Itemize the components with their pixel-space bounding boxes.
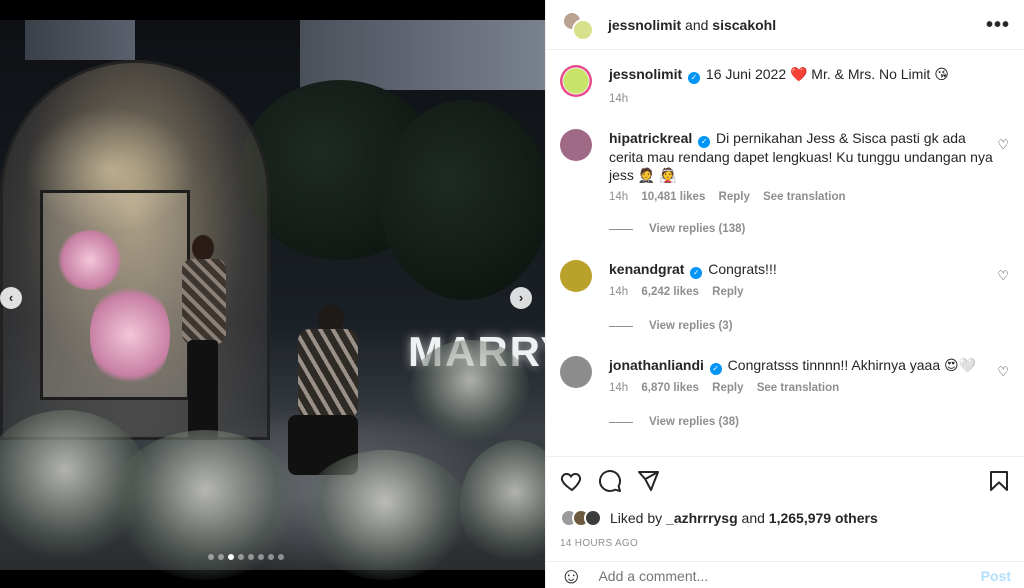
top-bar (0, 0, 545, 20)
avatar[interactable] (560, 356, 592, 388)
comment-heart-icon[interactable]: ♡ (997, 268, 1009, 284)
slide-dot (258, 554, 264, 560)
slide-indicator (208, 554, 284, 560)
slide-dot (268, 554, 274, 560)
post-side-panel: jessnolimit and siscakohl ••• jessnolimi… (545, 0, 1024, 588)
view-replies-label: View replies (38) (649, 416, 739, 428)
reply-button[interactable]: Reply (712, 286, 743, 298)
author-username[interactable]: siscakohl (712, 17, 776, 33)
verified-badge-icon: ✓ (698, 136, 711, 148)
reply-button[interactable]: Reply (712, 382, 743, 394)
more-icon[interactable]: ••• (986, 14, 1010, 37)
woman-figure (178, 235, 228, 440)
slide-dot (238, 554, 244, 560)
liked-by-joiner: and (741, 510, 765, 526)
post-comment-button[interactable]: Post (981, 568, 1011, 584)
action-icons (560, 469, 660, 493)
view-replies-label: View replies (3) (649, 320, 733, 332)
comment-input[interactable] (598, 567, 959, 584)
comment-likes[interactable]: 6,242 likes (641, 286, 699, 298)
slide-dot (208, 554, 214, 560)
smile-icon[interactable]: ☺ (560, 563, 582, 588)
bookmark-icon[interactable] (987, 469, 1011, 493)
see-translation-button[interactable]: See translation (763, 191, 845, 203)
author-username[interactable]: jessnolimit (608, 17, 681, 33)
caption: jessnolimit ✓ 16 Juni 2022 ❤️ Mr. & Mrs.… (560, 65, 1015, 125)
liker-avatars (560, 509, 602, 527)
verified-badge-icon: ✓ (690, 267, 703, 279)
collab-avatars[interactable] (560, 7, 596, 43)
authors-joiner: and (685, 16, 709, 33)
comment-likes[interactable]: 6,870 likes (641, 382, 699, 394)
see-translation-button[interactable]: See translation (757, 382, 839, 394)
view-replies-button[interactable]: View replies (38) (609, 416, 739, 428)
post-actions: Liked by _azhrrrysg and 1,265,979 others… (546, 456, 1024, 588)
comment-time: 14h (609, 382, 629, 394)
avatar (584, 509, 602, 527)
flower-arrangement (90, 280, 170, 390)
view-replies-button[interactable]: View replies (3) (609, 320, 733, 332)
reply-button[interactable]: Reply (719, 191, 750, 203)
share-icon[interactable] (636, 469, 660, 493)
comment-heart-icon[interactable]: ♡ (997, 364, 1009, 380)
comment-meta: 14h 6,242 likes Reply (609, 283, 999, 301)
avatar[interactable] (572, 18, 594, 41)
comment-meta: 14h 6,870 likes Reply See translation (609, 379, 999, 397)
view-replies-button[interactable]: View replies (138) (609, 223, 745, 235)
bush (300, 450, 470, 580)
add-comment-bar: ☺ Post (546, 561, 1024, 588)
comment-likes[interactable]: 10,481 likes (641, 191, 705, 203)
liked-by-prefix: Liked by (610, 510, 663, 526)
view-replies-label: View replies (138) (649, 223, 746, 235)
post-photo[interactable]: MARRY (0, 20, 545, 580)
comment-username[interactable]: hipatrickreal (609, 130, 692, 146)
verified-badge-icon: ✓ (688, 72, 701, 84)
slide-dot-active (228, 554, 234, 560)
verified-badge-icon: ✓ (709, 363, 722, 375)
post-header: jessnolimit and siscakohl ••• (546, 0, 1024, 50)
comment-text: Congratsss tinnnn!! Akhirnya yaaa 😍🤍 (727, 357, 977, 373)
comment-item: kenandgrat ✓ Congrats!!! 14h 6,242 likes… (560, 260, 1015, 350)
slide-dot (248, 554, 254, 560)
comment-time: 14h (609, 93, 629, 105)
previous-slide-button[interactable]: ‹ (0, 287, 22, 309)
comment-time: 14h (609, 286, 629, 298)
comment-text: Congrats!!! (708, 261, 777, 277)
bush (460, 440, 545, 570)
comments-list[interactable]: jessnolimit ✓ 16 Juni 2022 ❤️ Mr. & Mrs.… (546, 51, 1024, 456)
post-authors: jessnolimit and siscakohl (608, 17, 776, 33)
comment-username[interactable]: jessnolimit (609, 66, 682, 82)
comment-username[interactable]: jonathanliandi (609, 357, 704, 373)
tree (380, 100, 545, 300)
comment-username[interactable]: kenandgrat (609, 261, 684, 277)
comment-heart-icon[interactable]: ♡ (997, 137, 1009, 153)
caption-text: 16 Juni 2022 ❤️ Mr. & Mrs. No Limit 😘 (705, 66, 949, 82)
flower-arrangement (55, 230, 125, 290)
likes-count[interactable]: 1,265,979 others (769, 510, 878, 526)
avatar[interactable] (560, 260, 592, 292)
comment-time: 14h (609, 191, 629, 203)
building (25, 20, 135, 60)
avatar[interactable] (560, 129, 592, 161)
slide-dot (218, 554, 224, 560)
post-media: MARRY ‹ › (0, 0, 545, 588)
bush (410, 340, 530, 440)
slide-dot (278, 554, 284, 560)
next-slide-button[interactable]: › (510, 287, 532, 309)
heart-icon[interactable] (560, 469, 584, 493)
likes-summary[interactable]: Liked by _azhrrrysg and 1,265,979 others (560, 509, 878, 527)
comment-item: jonathanliandi ✓ Congratsss tinnnn!! Akh… (560, 356, 1015, 456)
liker-username[interactable]: _azhrrrysg (666, 510, 738, 526)
avatar[interactable] (560, 65, 592, 97)
comment-icon[interactable] (598, 469, 622, 493)
post-timestamp[interactable]: 14 HOURS AGO (560, 538, 638, 549)
comment-meta: 14h 10,481 likes Reply See translation (609, 188, 999, 206)
